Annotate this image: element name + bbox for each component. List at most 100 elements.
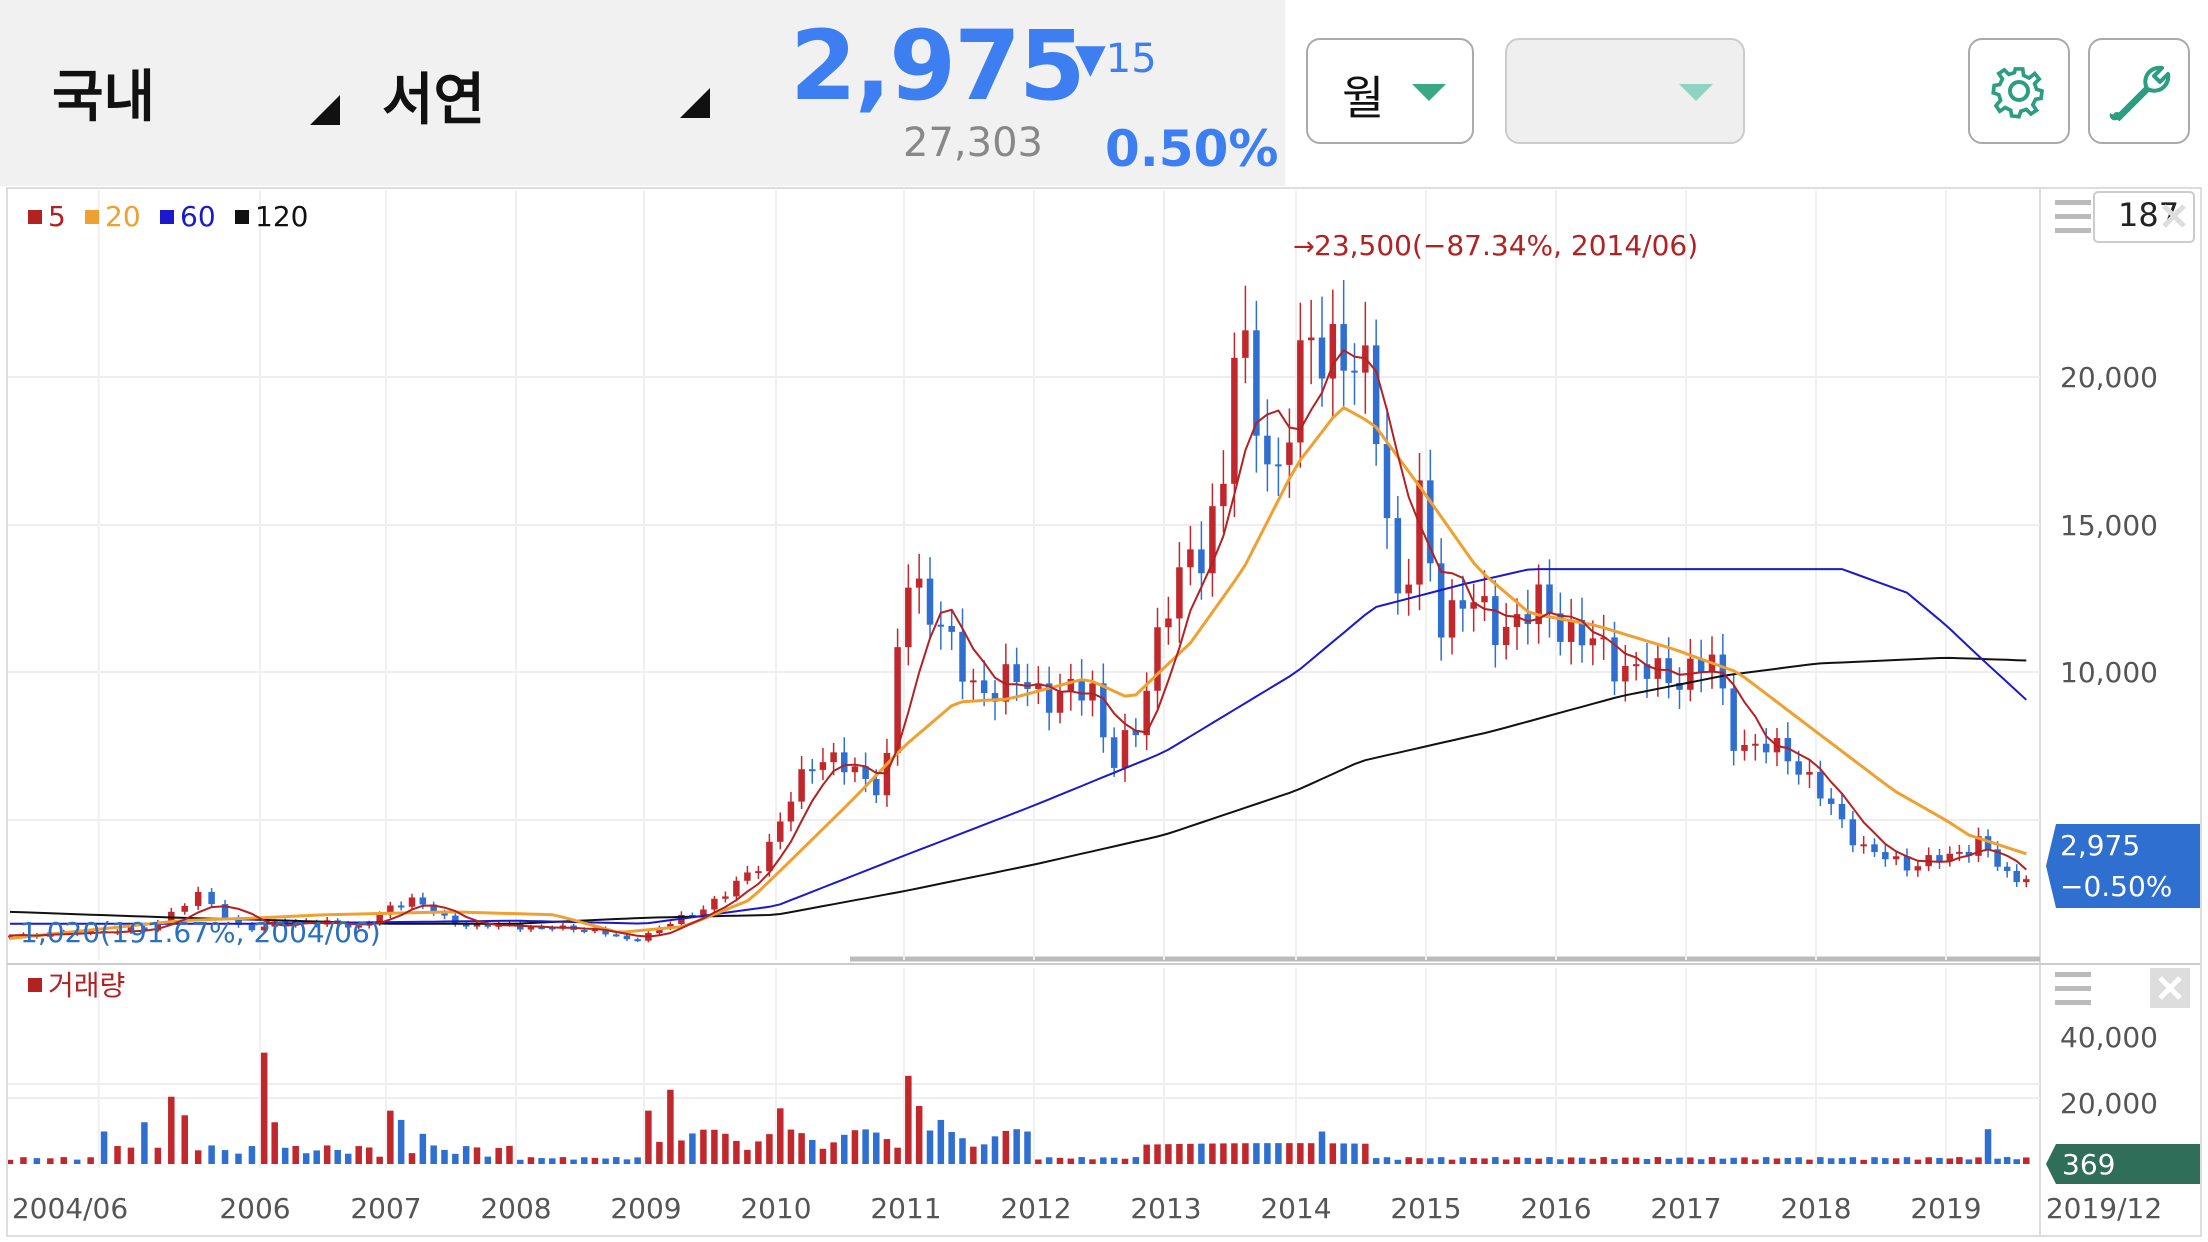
volume-bar [235, 1153, 242, 1164]
volume-bar [937, 1119, 945, 1164]
volume-bar [1773, 1158, 1781, 1164]
tools-button[interactable] [2088, 38, 2190, 144]
volume-bar [506, 1145, 513, 1164]
volume-bar [397, 1119, 405, 1164]
candle [1914, 866, 1922, 871]
candle [1730, 688, 1737, 751]
candle [1795, 761, 1802, 775]
candle [809, 769, 816, 772]
volume-bar [1984, 1129, 1992, 1164]
candle [1806, 772, 1813, 775]
candle [915, 578, 923, 588]
price-tick-label: 10,000 [2060, 656, 2158, 689]
candle [181, 905, 188, 912]
volume-bar [894, 1147, 901, 1164]
candle [1892, 856, 1900, 860]
high-annotation: 23,500(−87.34%, 2014/06) [1314, 229, 1698, 262]
time-tick-label: 2014 [1260, 1192, 1331, 1225]
volume-bar [1492, 1157, 1499, 1164]
stock-chart[interactable]: 5 20 60 120 187 23,500(−87.34%, 2014/06)… [0, 186, 2208, 1242]
candle [397, 905, 405, 908]
volume-bar [1719, 1158, 1727, 1164]
volume-bar [462, 1146, 470, 1164]
time-tick-label: 2013 [1130, 1192, 1201, 1225]
time-tick-label: 2010 [740, 1192, 811, 1225]
volume-bar [1882, 1158, 1889, 1164]
time-tick-label: 2017 [1650, 1192, 1721, 1225]
volume-bar [819, 1148, 827, 1164]
candle [1307, 337, 1315, 341]
stock-name: 서연 [382, 68, 486, 133]
market-select[interactable]: 국내 [52, 52, 155, 133]
settings-button[interactable] [1968, 38, 2070, 144]
candle [722, 896, 729, 899]
volume-bar [809, 1139, 816, 1164]
volume-bar [766, 1134, 773, 1164]
candle [1383, 443, 1391, 519]
price-tick-label: 20,000 [2060, 361, 2158, 394]
panel-menu-icon[interactable] [2055, 200, 2091, 233]
volume-bar [538, 1158, 545, 1164]
volume-bar [365, 1147, 373, 1164]
candle [1589, 638, 1597, 646]
market-dropdown-icon[interactable] [310, 95, 340, 125]
volume-bar [1100, 1157, 1107, 1164]
volume-bar [33, 1158, 41, 1164]
candle [711, 898, 718, 910]
stock-dropdown-icon[interactable] [680, 88, 710, 118]
volume-menu-icon[interactable] [2055, 972, 2091, 1005]
low-annotation: 1,020(191.67%, 2004/06) [20, 916, 381, 949]
candle [1231, 357, 1238, 484]
volume-bar [1307, 1143, 1315, 1164]
legend-swatch-ma20 [85, 210, 99, 224]
candle [1351, 370, 1358, 373]
volume-bar [1546, 1157, 1553, 1164]
volume-bar [873, 1132, 880, 1164]
volume-bar [1318, 1131, 1326, 1164]
volume-bar [948, 1132, 955, 1164]
volume-bar [1914, 1159, 1922, 1164]
volume-bar [1220, 1143, 1227, 1164]
volume-bar [1089, 1159, 1096, 1164]
candle [1405, 584, 1412, 594]
volume-bar [194, 1150, 202, 1164]
volume-bar [1806, 1159, 1813, 1164]
volume-bar [1383, 1157, 1391, 1164]
candle [1340, 324, 1347, 371]
volume-bar [168, 1096, 175, 1164]
legend-label-ma60: 60 [180, 200, 216, 233]
volume-bar [1730, 1157, 1737, 1164]
volume-bar [1524, 1157, 1532, 1164]
volume-bar [1002, 1130, 1010, 1164]
compare-select[interactable] [1505, 38, 1745, 144]
candle [1849, 819, 1857, 846]
volume-legend-swatch [28, 978, 42, 992]
volume-bar [1502, 1159, 1510, 1164]
volume-bar [127, 1147, 135, 1164]
candle [1882, 852, 1889, 860]
volume-bar [1946, 1158, 1954, 1164]
candle [926, 578, 934, 625]
candle [851, 766, 859, 773]
volume-bar [1165, 1144, 1172, 1164]
stock-name-select[interactable]: 서연 [382, 55, 485, 136]
candle [613, 934, 620, 937]
volume-bar [862, 1129, 869, 1164]
volume-bar [313, 1150, 320, 1164]
candle [1165, 618, 1172, 628]
volume-bar [570, 1159, 577, 1164]
volume-bar [1329, 1143, 1337, 1164]
volume-bar [334, 1150, 341, 1164]
candle [1056, 691, 1064, 713]
volume-bar [2013, 1159, 2020, 1164]
volume-bar [208, 1145, 215, 1164]
volume-bar [559, 1157, 567, 1164]
candle [1089, 683, 1096, 701]
volume-bar [1827, 1158, 1835, 1164]
volume-bar [722, 1133, 729, 1164]
volume-bar [302, 1153, 310, 1164]
period-select[interactable]: 월 [1306, 38, 1474, 144]
volume-bar [1838, 1158, 1846, 1164]
candle [948, 625, 955, 632]
candle [1827, 798, 1835, 804]
